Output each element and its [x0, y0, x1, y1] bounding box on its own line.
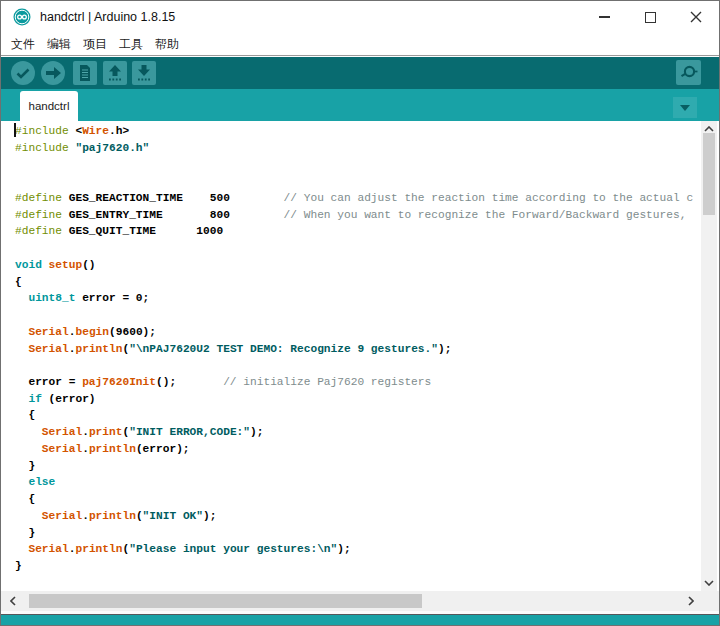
menu-help[interactable]: 帮助 — [155, 36, 179, 53]
vertical-scrollbar[interactable] — [701, 121, 717, 591]
text-caret — [14, 123, 16, 137]
serial-monitor-button[interactable] — [676, 60, 701, 85]
open-button[interactable] — [103, 61, 127, 85]
editor-area[interactable]: #include <Wire.h>#include "paj7620.h"#de… — [1, 121, 719, 591]
vertical-scroll-thumb[interactable] — [703, 133, 715, 215]
new-document-icon — [73, 61, 97, 85]
upload-button[interactable] — [41, 61, 65, 85]
minimize-icon — [599, 16, 610, 18]
chevron-down-icon — [680, 105, 690, 111]
code-editor[interactable]: #include <Wire.h>#include "paj7620.h"#de… — [1, 121, 700, 591]
status-bar — [1, 615, 719, 625]
arduino-logo-icon — [13, 8, 31, 26]
menu-edit[interactable]: 编辑 — [47, 36, 71, 53]
arduino-window: handctrl | Arduino 1.8.15 文件 编辑 项目 工具 帮助 — [0, 0, 720, 626]
scroll-right-button[interactable] — [679, 591, 703, 611]
maximize-button[interactable] — [627, 1, 673, 33]
tab-handctrl[interactable]: handctrl — [20, 91, 78, 121]
window-controls — [581, 1, 719, 33]
upload-arrow-icon — [41, 61, 65, 85]
scroll-down-button[interactable] — [701, 575, 717, 591]
save-arrow-icon — [132, 61, 156, 85]
verify-button[interactable] — [11, 61, 35, 85]
tab-list-button[interactable] — [673, 97, 697, 118]
open-arrow-icon — [103, 61, 127, 85]
toolbar — [1, 57, 719, 89]
close-icon — [689, 10, 703, 24]
title-bar: handctrl | Arduino 1.8.15 — [1, 1, 719, 33]
close-button[interactable] — [673, 1, 719, 33]
scroll-left-button[interactable] — [1, 591, 25, 611]
window-title: handctrl | Arduino 1.8.15 — [40, 10, 175, 24]
horizontal-scrollbar[interactable] — [1, 591, 719, 611]
menu-sketch[interactable]: 项目 — [83, 36, 107, 53]
verify-check-icon — [11, 61, 35, 85]
menu-bar: 文件 编辑 项目 工具 帮助 — [1, 33, 719, 56]
menu-tools[interactable]: 工具 — [119, 36, 143, 53]
save-button[interactable] — [132, 61, 156, 85]
tab-strip: handctrl — [1, 89, 719, 121]
new-sketch-button[interactable] — [73, 61, 97, 85]
maximize-icon — [645, 12, 656, 23]
serial-monitor-icon — [676, 60, 701, 85]
horizontal-scroll-thumb[interactable] — [29, 594, 422, 608]
menu-file[interactable]: 文件 — [11, 36, 35, 53]
minimize-button[interactable] — [581, 1, 627, 33]
